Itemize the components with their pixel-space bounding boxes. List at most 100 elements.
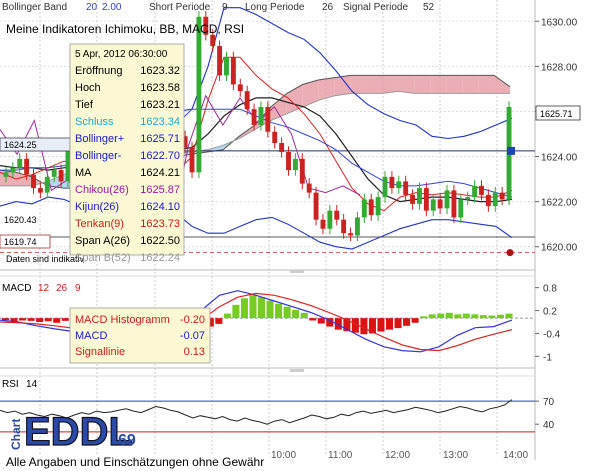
candle-body [396, 181, 402, 189]
macd-hist-bar [53, 318, 61, 323]
macd-hist-bar [61, 318, 69, 321]
macd-hist-bar [258, 297, 266, 319]
candle-body [31, 174, 36, 189]
tooltip-label-11: Span B(52) [75, 252, 131, 264]
cloud-segment [382, 75, 399, 94]
right-price-marker: 1625.71 [535, 105, 581, 121]
y-tick-1624: 1624.00 [541, 153, 578, 164]
bb-dev: 2.00 [102, 2, 122, 13]
low-price-label: 1620.43 [4, 215, 37, 225]
cloud-segment [446, 75, 463, 94]
tooltip-label-3: Schluss [75, 116, 114, 128]
macd-hist-bar [488, 315, 496, 319]
candle-body [437, 199, 443, 209]
candle-body [230, 57, 236, 85]
macd-short-label: Short Periode [149, 2, 211, 13]
macd-hist-bar [471, 314, 479, 319]
tooltip-label-0: Eröffnung [75, 65, 123, 77]
x-tick-12:00: 12:00 [385, 450, 410, 461]
macd-hist-bar [496, 314, 504, 319]
macd-signal: 52 [423, 2, 435, 13]
candle-body [389, 176, 395, 189]
macd-hist-bar [36, 318, 44, 322]
cloud-segment [350, 75, 367, 94]
candle-body [58, 170, 64, 182]
cloud-segment [334, 75, 351, 96]
macd-hist-bar [454, 314, 462, 319]
macd-hist-bar [462, 313, 470, 319]
y-tick-1622: 1622.00 [541, 198, 578, 209]
cloud-segment [398, 75, 415, 94]
macd-hist-bar [266, 300, 274, 319]
macd-hist-bar [420, 316, 428, 319]
candle-body [258, 106, 264, 125]
macd-y-tick-0.2: 0.2 [543, 307, 557, 318]
macd-header: MACD 12 26 9 [2, 283, 81, 294]
macd-hist-bar [249, 295, 257, 319]
tooltip-value-10: 1622.50 [140, 235, 180, 247]
cloud-segment [414, 75, 431, 94]
candle-body [403, 181, 409, 195]
candle-body [265, 106, 271, 132]
macd-signal-label: Signal Periode [343, 2, 408, 13]
macd-hist-bar [394, 318, 402, 329]
candle-body [272, 131, 278, 144]
macd-hist-bar [44, 318, 52, 322]
logo-text: EDDL [24, 410, 133, 454]
candle-body [382, 176, 388, 198]
y-tick-1630: 1630.00 [541, 17, 578, 28]
candle-body [306, 183, 312, 193]
macd-short: 9 [222, 2, 228, 13]
candle-body [458, 199, 464, 218]
candle-body [44, 176, 50, 193]
tooltip-value-8: 1624.10 [140, 201, 180, 213]
macd-tooltip-label-1: MACD [75, 330, 107, 342]
tooltip-label-4: Bollinger+ [75, 133, 124, 145]
cloud-segment [430, 75, 447, 94]
candle-body [51, 170, 57, 177]
candle-body [196, 16, 202, 173]
tooltip: 5 Apr, 2012 06:30:00 Eröffnung 1623.32 Hoc… [69, 43, 185, 264]
candle-body [217, 46, 223, 76]
candle-body [24, 158, 30, 175]
right-price-label: 1625.71 [540, 109, 573, 119]
candle-body [499, 192, 505, 200]
candle-body [485, 194, 491, 207]
y-tick-1628: 1628.00 [541, 62, 578, 73]
chart-canvas: 10:00 11:00 12:00 13:00 14:00 1620.00 1622.00… [0, 0, 581, 469]
logo-num: 69 [118, 432, 136, 449]
macd-hist-bar [19, 318, 27, 321]
candle-body [210, 34, 216, 47]
macd-hist-bar [428, 314, 436, 319]
rsi-header: RSI 14 [2, 379, 38, 390]
prev-close-dot [506, 249, 514, 257]
macd-long: 26 [322, 2, 334, 13]
tooltip-value-3: 1623.34 [140, 116, 180, 128]
rsi-y-tick-70: 70 [543, 397, 555, 408]
last-price-label: 1624.25 [4, 140, 37, 150]
macd-hist-bar [240, 298, 248, 319]
macd-y-tick--0.4: -0.4 [543, 329, 561, 340]
tooltip-label-10: Span A(26) [75, 235, 130, 247]
tooltip-value-2: 1623.21 [140, 99, 180, 111]
macd-hist-bar [223, 313, 231, 319]
macd-hist-bar [377, 318, 385, 332]
macd-hist-bar [27, 318, 35, 321]
candle-body [286, 152, 291, 171]
cloud-segment [478, 75, 495, 94]
candle-body [320, 219, 326, 229]
tooltip-label-1: Hoch [75, 82, 101, 94]
tooltip-value-1: 1623.58 [140, 82, 180, 94]
macd-tooltip: MACD Histogramm -0.20 MACD -0.07 Signallinie… [69, 307, 211, 364]
candle-body [251, 109, 257, 125]
tooltip-label-7: Chikou(26) [75, 184, 129, 196]
price-splitter [290, 270, 304, 273]
tooltip-value-5: 1622.70 [140, 150, 180, 162]
macd-y-tick-0.8: 0.8 [543, 284, 557, 295]
x-tick-10:00: 10:00 [271, 450, 296, 461]
tooltip-value-7: 1625.87 [140, 184, 180, 196]
macd-hist-bar [300, 312, 308, 319]
candle-body [417, 188, 422, 204]
tooltip-value-0: 1623.32 [140, 65, 180, 77]
candle-body [224, 57, 229, 76]
